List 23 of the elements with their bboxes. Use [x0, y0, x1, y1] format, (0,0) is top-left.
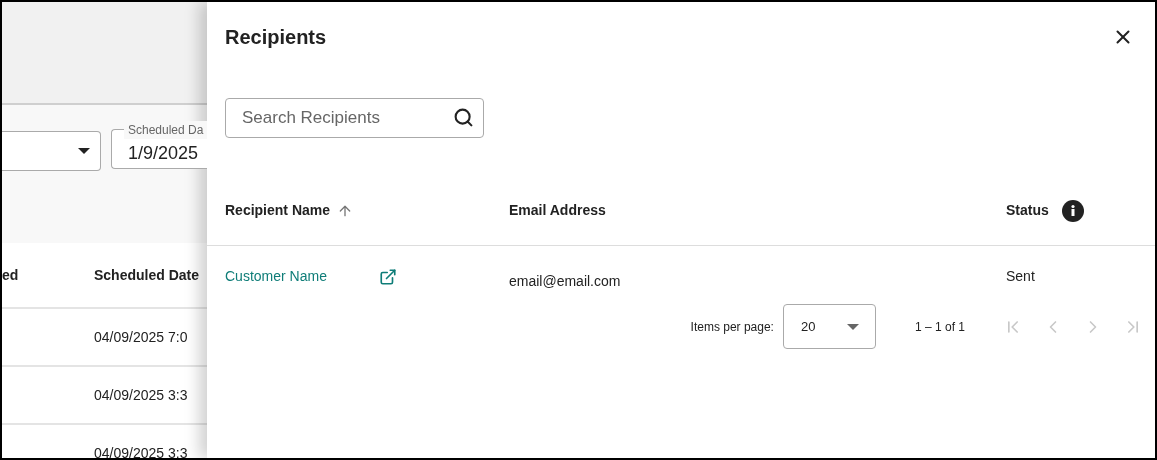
- info-icon[interactable]: [1061, 199, 1084, 222]
- table-cell-text: 04/09/2025 3:3: [94, 443, 188, 458]
- items-per-page-label: Items per page:: [690, 318, 774, 336]
- drawer-title: Recipients: [225, 25, 327, 50]
- page-size-select[interactable]: 20: [782, 304, 876, 349]
- recipient-link[interactable]: Customer Name: [225, 266, 379, 287]
- column-header[interactable]: Status: [1006, 200, 1049, 221]
- search-icon[interactable]: [453, 107, 474, 128]
- external-link-icon[interactable]: [379, 267, 397, 286]
- table-cell-text: 04/09/2025 3:3: [94, 385, 188, 405]
- column-header[interactable]: Recipient Name: [225, 200, 331, 221]
- caret-icon: [846, 323, 859, 330]
- table-cell-text: email@email.com: [509, 272, 622, 291]
- dropdown-field[interactable]: [2, 131, 101, 171]
- page-range: 1 – 1 of 1: [914, 318, 965, 336]
- search-field[interactable]: Search Recipients: [225, 98, 484, 138]
- table-cell-text: 04/09/2025 7:0: [94, 327, 188, 347]
- caret-icon: [78, 148, 90, 154]
- table-cell-text: Sent: [1006, 267, 1035, 286]
- column-header: ed: [2, 265, 20, 285]
- column-header: Scheduled Date: [94, 265, 200, 285]
- column-header[interactable]: Email Address: [509, 200, 606, 221]
- date-value: 1/9/2025: [128, 141, 199, 165]
